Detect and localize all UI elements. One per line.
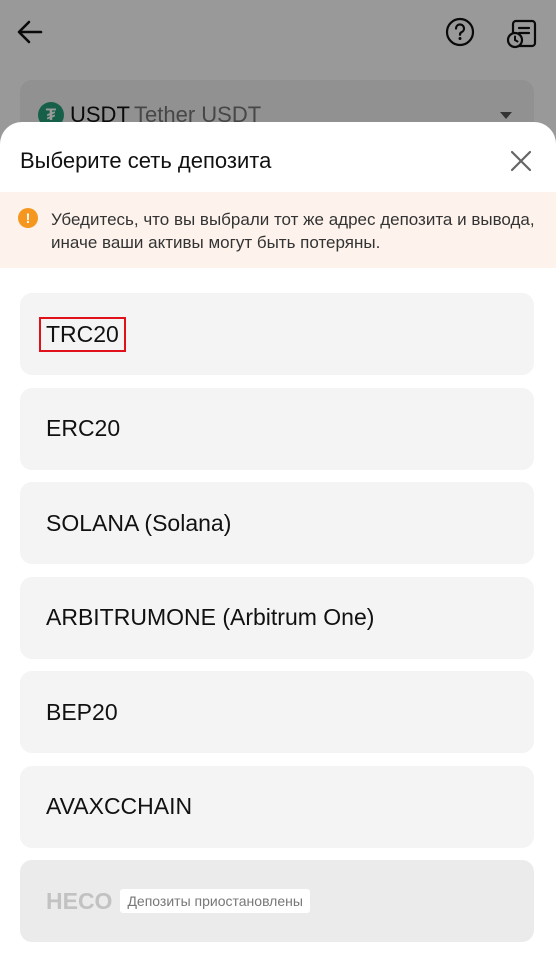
network-bottom-sheet: Выберите сеть депозита ! Убедитесь, что …: [0, 122, 556, 964]
network-label: AVAXCCHAIN: [46, 793, 193, 819]
network-item-trc20[interactable]: TRC20: [20, 293, 534, 375]
network-item-solana[interactable]: SOLANA (Solana): [20, 482, 534, 564]
network-label: TRC20: [39, 316, 126, 352]
network-item-arbitrumone[interactable]: ARBITRUMONE (Arbitrum One): [20, 576, 534, 659]
network-item-bep20[interactable]: BEP20: [20, 671, 534, 753]
screen: ₮ USDT Tether USDT Выберите сеть депозит…: [0, 0, 556, 964]
network-item-erc20[interactable]: ERC20: [20, 387, 534, 470]
network-label: ARBITRUMONE (Arbitrum One): [46, 604, 375, 630]
network-list: TRC20 ERC20 SOLANA (Solana) ARBITRUMONE …: [20, 293, 534, 955]
network-label: BEP20: [46, 698, 118, 725]
warning-icon: !: [18, 208, 38, 228]
deposits-suspended-badge: Депозиты приостановлены: [120, 889, 310, 913]
network-label: ERC20: [46, 415, 121, 441]
network-label: SOLANA (Solana): [46, 509, 232, 536]
warning-banner: ! Убедитесь, что вы выбрали тот же адрес…: [0, 192, 556, 268]
close-icon: [510, 150, 532, 172]
network-label: HECO: [46, 887, 113, 914]
close-button[interactable]: [506, 146, 536, 176]
sheet-title: Выберите сеть депозита: [20, 148, 272, 173]
warning-text: Убедитесь, что вы выбрали тот же адрес д…: [51, 210, 535, 252]
network-item-avaxcchain[interactable]: AVAXCCHAIN: [20, 765, 534, 848]
network-item-heco: HECO Депозиты приостановлены: [20, 860, 534, 942]
